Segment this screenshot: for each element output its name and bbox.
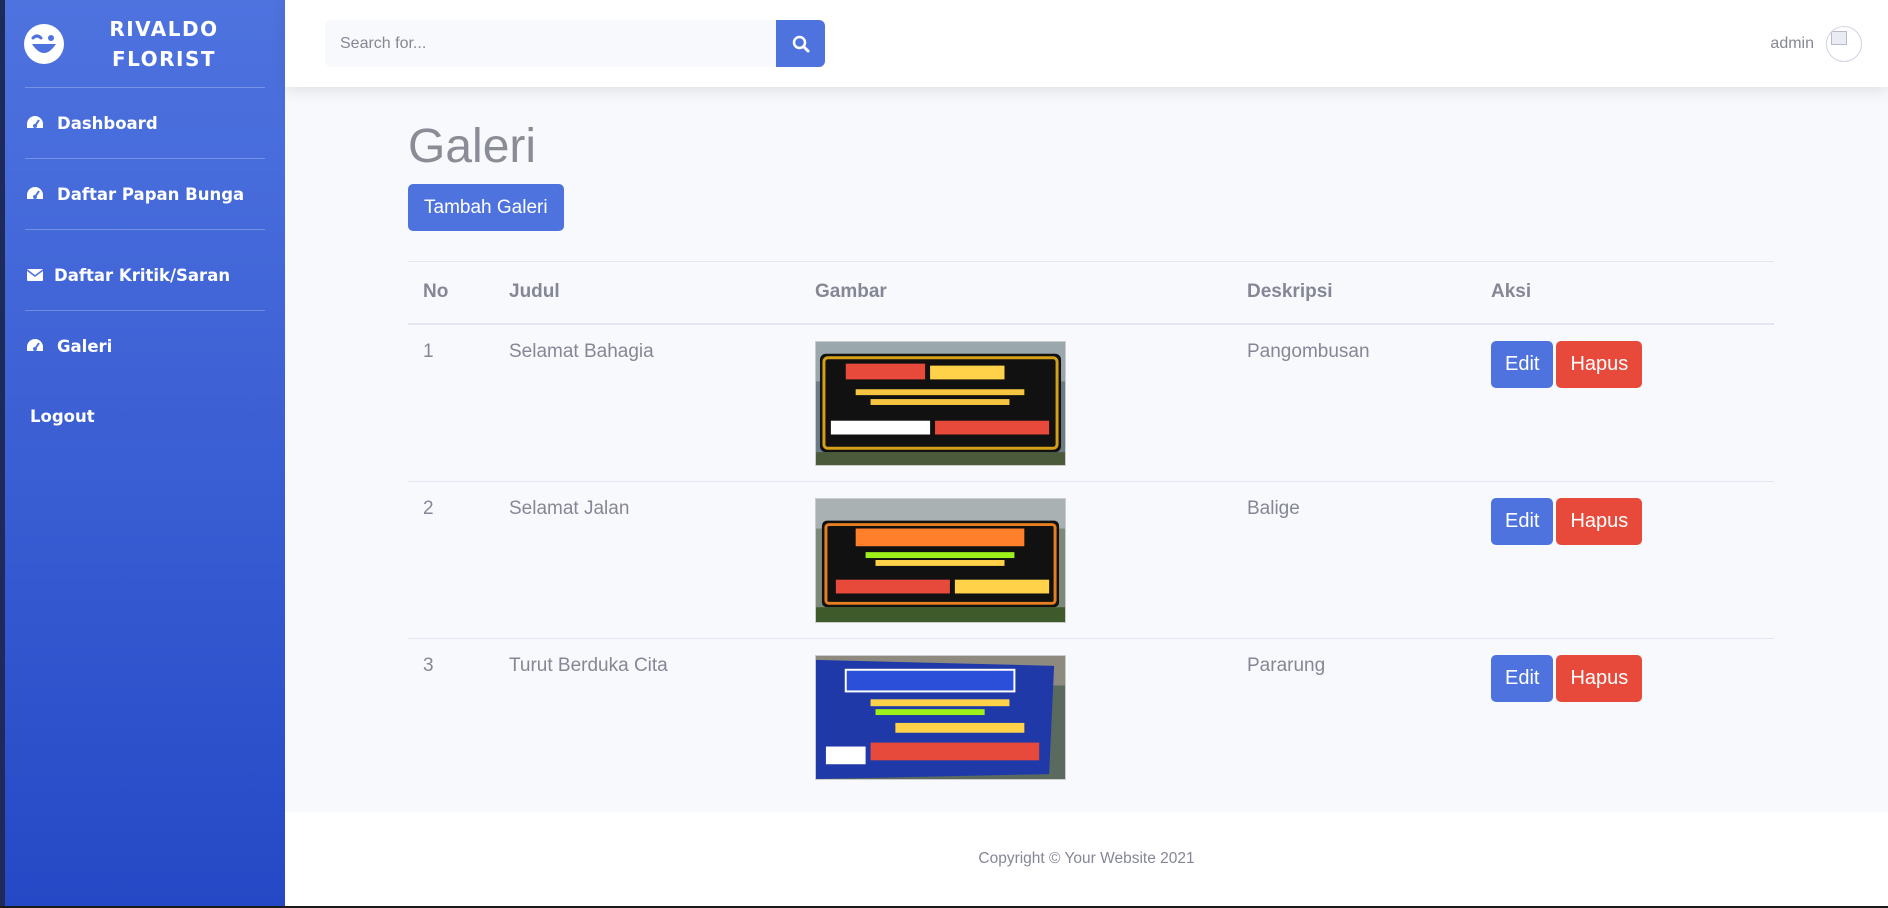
cell-deskripsi: Balige xyxy=(1232,481,1476,639)
search-icon xyxy=(792,35,809,52)
column-header-no: No xyxy=(408,261,494,325)
cell-deskripsi: Pangombusan xyxy=(1232,323,1476,482)
tachometer-icon xyxy=(25,113,45,133)
tachometer-icon xyxy=(25,336,45,356)
column-header-gambar: Gambar xyxy=(800,261,1232,325)
footer: Copyright © Your Website 2021 xyxy=(285,812,1888,906)
cell-no: 3 xyxy=(423,654,434,676)
search-input[interactable] xyxy=(325,20,776,67)
logout-link[interactable]: Logout xyxy=(5,381,285,451)
table-row: 3 Turut Berduka Cita Pararung Edit Hapus xyxy=(408,638,1774,795)
brand-line-2: FLORIST xyxy=(111,46,217,71)
cell-no: 2 xyxy=(408,481,494,639)
delete-button[interactable]: Hapus xyxy=(1556,340,1643,388)
column-header-judul: Judul xyxy=(494,261,800,325)
cell-aksi: Edit Hapus xyxy=(1476,638,1774,795)
cell-judul: Turut Berduka Cita xyxy=(509,654,668,676)
cell-aksi: Edit Hapus xyxy=(1476,481,1774,639)
sidebar-brand[interactable]: RIVALDO FLORIST xyxy=(5,0,285,87)
cell-gambar xyxy=(800,638,1232,795)
copyright-text: Copyright © Your Website 2021 xyxy=(978,850,1195,867)
cell-deskripsi: Pararung xyxy=(1247,654,1326,676)
user-name: admin xyxy=(1770,34,1814,52)
gallery-image xyxy=(815,340,1066,466)
sidebar-item-label: Daftar Papan Bunga xyxy=(57,184,245,204)
envelope-icon xyxy=(25,265,45,285)
search-button[interactable] xyxy=(776,20,825,67)
gallery-image xyxy=(815,497,1066,623)
gallery-image xyxy=(815,654,1066,780)
brand-line-1: RIVALDO xyxy=(109,16,219,41)
column-header-deskripsi: Deskripsi xyxy=(1232,261,1476,325)
topbar: admin xyxy=(285,0,1888,87)
tachometer-icon xyxy=(25,184,45,204)
page-title: Galeri xyxy=(408,120,537,173)
edit-button[interactable]: Edit xyxy=(1491,654,1554,702)
sidebar-item-daftar-kritik-saran[interactable]: Daftar Kritik/Saran xyxy=(5,250,285,300)
sidebar-item-galeri[interactable]: Galeri xyxy=(5,311,285,381)
delete-button[interactable]: Hapus xyxy=(1556,497,1643,545)
sidebar: RIVALDO FLORIST Dashboard Daftar Papan B… xyxy=(0,0,285,906)
main-area: admin Galeri Tambah Galeri No Judul Gamb… xyxy=(285,0,1888,906)
table-row: 1 Selamat Bahagia Pangombusan Edit Hapus xyxy=(408,323,1774,482)
cell-aksi: Edit Hapus xyxy=(1476,323,1774,482)
sidebar-item-label: Galeri xyxy=(57,336,113,356)
laugh-wink-icon xyxy=(24,23,64,64)
sidebar-item-label: Daftar Kritik/Saran xyxy=(54,265,231,285)
page-content: Galeri Tambah Galeri No Judul Gambar Des… xyxy=(285,87,1888,812)
edit-button[interactable]: Edit xyxy=(1491,340,1554,388)
gallery-table: No Judul Gambar Deskripsi Aksi 1 Selamat… xyxy=(408,261,1774,795)
cell-gambar xyxy=(800,323,1232,482)
cell-gambar xyxy=(800,481,1232,639)
sidebar-item-daftar-papan-bunga[interactable]: Daftar Papan Bunga xyxy=(5,159,285,229)
user-dropdown[interactable]: admin xyxy=(1770,25,1862,62)
avatar xyxy=(1826,25,1862,62)
add-gallery-button[interactable]: Tambah Galeri xyxy=(408,184,564,231)
table-row: 2 Selamat Jalan Balige Edit Hapus xyxy=(408,481,1774,639)
sidebar-item-label: Dashboard xyxy=(57,113,158,133)
sidebar-item-dashboard[interactable]: Dashboard xyxy=(5,88,285,158)
column-header-aksi: Aksi xyxy=(1476,261,1774,325)
delete-button[interactable]: Hapus xyxy=(1556,654,1643,702)
edit-button[interactable]: Edit xyxy=(1491,497,1554,545)
cell-judul: Selamat Bahagia xyxy=(494,323,800,482)
cell-judul: Selamat Jalan xyxy=(494,481,800,639)
brand-name: RIVALDO FLORIST xyxy=(64,14,264,74)
search-form xyxy=(325,20,825,67)
table-header-row: No Judul Gambar Deskripsi Aksi xyxy=(408,261,1774,325)
cell-no: 1 xyxy=(408,323,494,482)
